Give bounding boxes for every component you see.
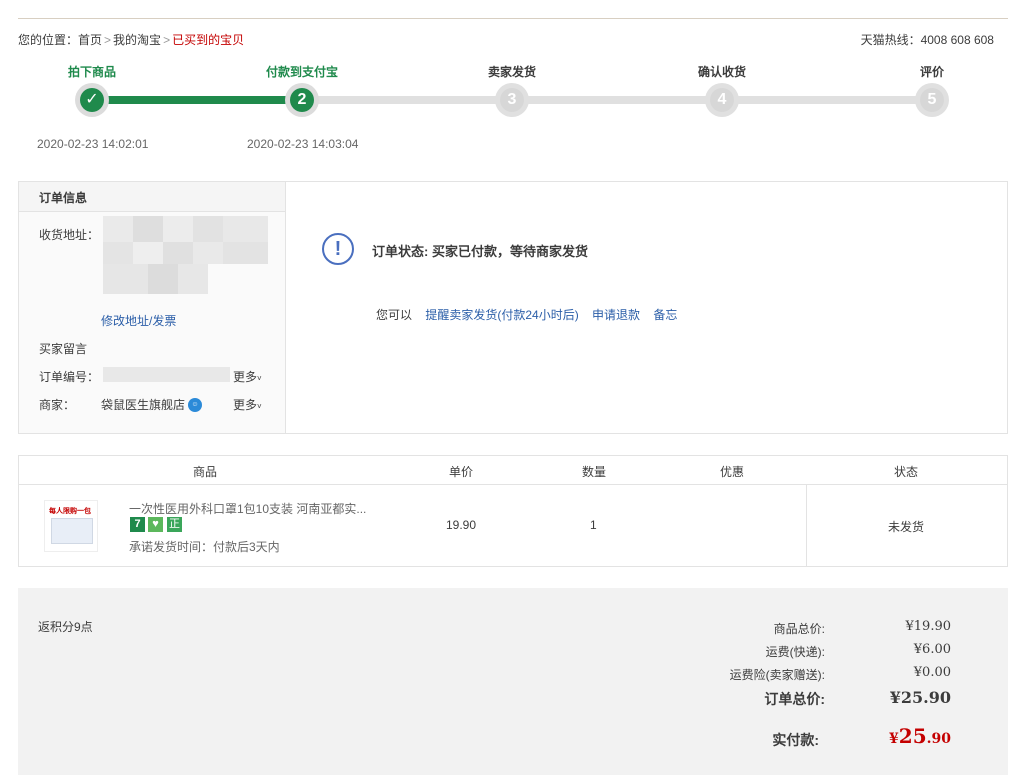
shop-name[interactable]: 袋鼠医生旗舰店 [101, 396, 185, 413]
shipping-insurance-value: ¥0.00 [913, 665, 951, 680]
guarantee-badge: ♥ [148, 517, 163, 532]
remind-seller-link[interactable]: 提醒卖家发货(付款24小时后) [425, 308, 578, 322]
top-divider [18, 18, 1008, 19]
item-status-value: 未发货 [888, 520, 925, 534]
shop-more[interactable]: 更多˅ [233, 396, 262, 413]
shop-label: 商家： [39, 398, 76, 412]
chevron-down-icon: ˅ [257, 374, 262, 383]
paid-amount-value: ¥25.90 [889, 724, 951, 748]
order-number-blurred [103, 367, 230, 382]
product-thumbnail[interactable]: 每人限购一包 [44, 500, 98, 552]
unit-price-value: 19.90 [446, 518, 477, 532]
breadcrumb-current: 已买到的宝贝 [172, 33, 245, 47]
memo-link[interactable]: 备忘 [653, 308, 677, 322]
genuine-badge: 正 [167, 517, 182, 532]
header-quantity: 数量 [581, 465, 606, 479]
paid-amount-label: 实付款: [772, 732, 819, 748]
step-label-2: 付款到支付宝 [265, 65, 338, 79]
buyer-message-label: 买家留言 [39, 342, 88, 356]
step-number-3: 3 [500, 88, 524, 112]
check-icon: ✓ [80, 88, 104, 112]
order-total-value: ¥25.90 [889, 688, 951, 707]
order-info-title: 订单信息 [39, 191, 88, 205]
breadcrumb: 您的位置：首页 > 我的淘宝 > 已买到的宝贝 [18, 31, 244, 48]
order-total-label: 订单总价: [764, 691, 825, 707]
step-number-2: 2 [290, 88, 314, 112]
step-time-1: 2020-02-23 14:02:01 [37, 137, 149, 151]
order-number-more[interactable]: 更多˅ [233, 368, 262, 385]
breadcrumb-separator: > [104, 33, 112, 47]
step-circle-5: 5 [915, 83, 949, 117]
apply-refund-link[interactable]: 申请退款 [592, 308, 640, 322]
step-circle-4: 4 [705, 83, 739, 117]
header-unit-price: 单价 [448, 465, 473, 479]
exclamation-icon: ! [322, 233, 354, 265]
chevron-down-icon: ˅ [257, 402, 262, 411]
seven-day-return-badge: 7 [130, 517, 145, 532]
hotline: 天猫热线：4008 608 608 [860, 33, 994, 47]
step-number-5: 5 [920, 88, 944, 112]
step-circle-1: ✓ [75, 83, 109, 117]
mask-package-image [51, 518, 93, 544]
step-label-3: 卖家发货 [487, 65, 536, 79]
edit-address-link[interactable]: 修改地址/发票 [101, 312, 176, 329]
address-blurred [103, 216, 268, 294]
step-circle-3: 3 [495, 83, 529, 117]
address-label: 收货地址： [39, 228, 100, 242]
step-time-2: 2020-02-23 14:03:04 [247, 137, 359, 151]
reward-points: 返积分9点 [38, 620, 93, 634]
progress-track-done [92, 96, 302, 104]
step-label-5: 评价 [919, 65, 944, 79]
wangwang-chat-icon[interactable]: ☺ [188, 398, 202, 412]
order-status-text: 订单状态: 买家已付款，等待商家发货 [372, 244, 588, 259]
breadcrumb-separator: > [163, 33, 171, 47]
step-label-1: 拍下商品 [67, 65, 116, 79]
step-number-4: 4 [710, 88, 734, 112]
delivery-promise: 承诺发货时间：付款后3天内 [129, 540, 280, 554]
status-column-divider [806, 485, 807, 566]
you-can-label: 您可以 [376, 308, 413, 322]
header-product: 商品 [192, 465, 217, 479]
product-name-link[interactable]: 一次性医用外科口罩1包10支装 河南亚都实... [129, 500, 366, 517]
order-summary [18, 588, 1008, 775]
progress-track-pending [302, 96, 932, 104]
breadcrumb-home[interactable]: 首页 [78, 33, 102, 47]
shipping-label: 运费(快递): [765, 645, 825, 659]
table-header-divider [19, 484, 1007, 485]
shipping-insurance-link[interactable]: 运费险(卖家赠送): [730, 666, 825, 683]
breadcrumb-prefix: 您的位置： [18, 33, 79, 47]
thumbnail-promo-text: 每人限购一包 [49, 508, 91, 515]
shipping-value: ¥6.00 [913, 642, 951, 657]
order-actions: 您可以 提醒卖家发货(付款24小时后) 申请退款 备忘 [376, 306, 677, 323]
order-number-label: 订单编号： [39, 370, 100, 384]
breadcrumb-my-taobao[interactable]: 我的淘宝 [113, 33, 161, 47]
goods-total-label: 商品总价: [773, 622, 825, 636]
header-discount: 优惠 [719, 465, 744, 479]
quantity-value: 1 [590, 518, 597, 532]
header-status: 状态 [893, 465, 918, 479]
step-label-4: 确认收货 [697, 65, 746, 79]
goods-total-value: ¥19.90 [905, 619, 952, 634]
step-circle-2: 2 [285, 83, 319, 117]
